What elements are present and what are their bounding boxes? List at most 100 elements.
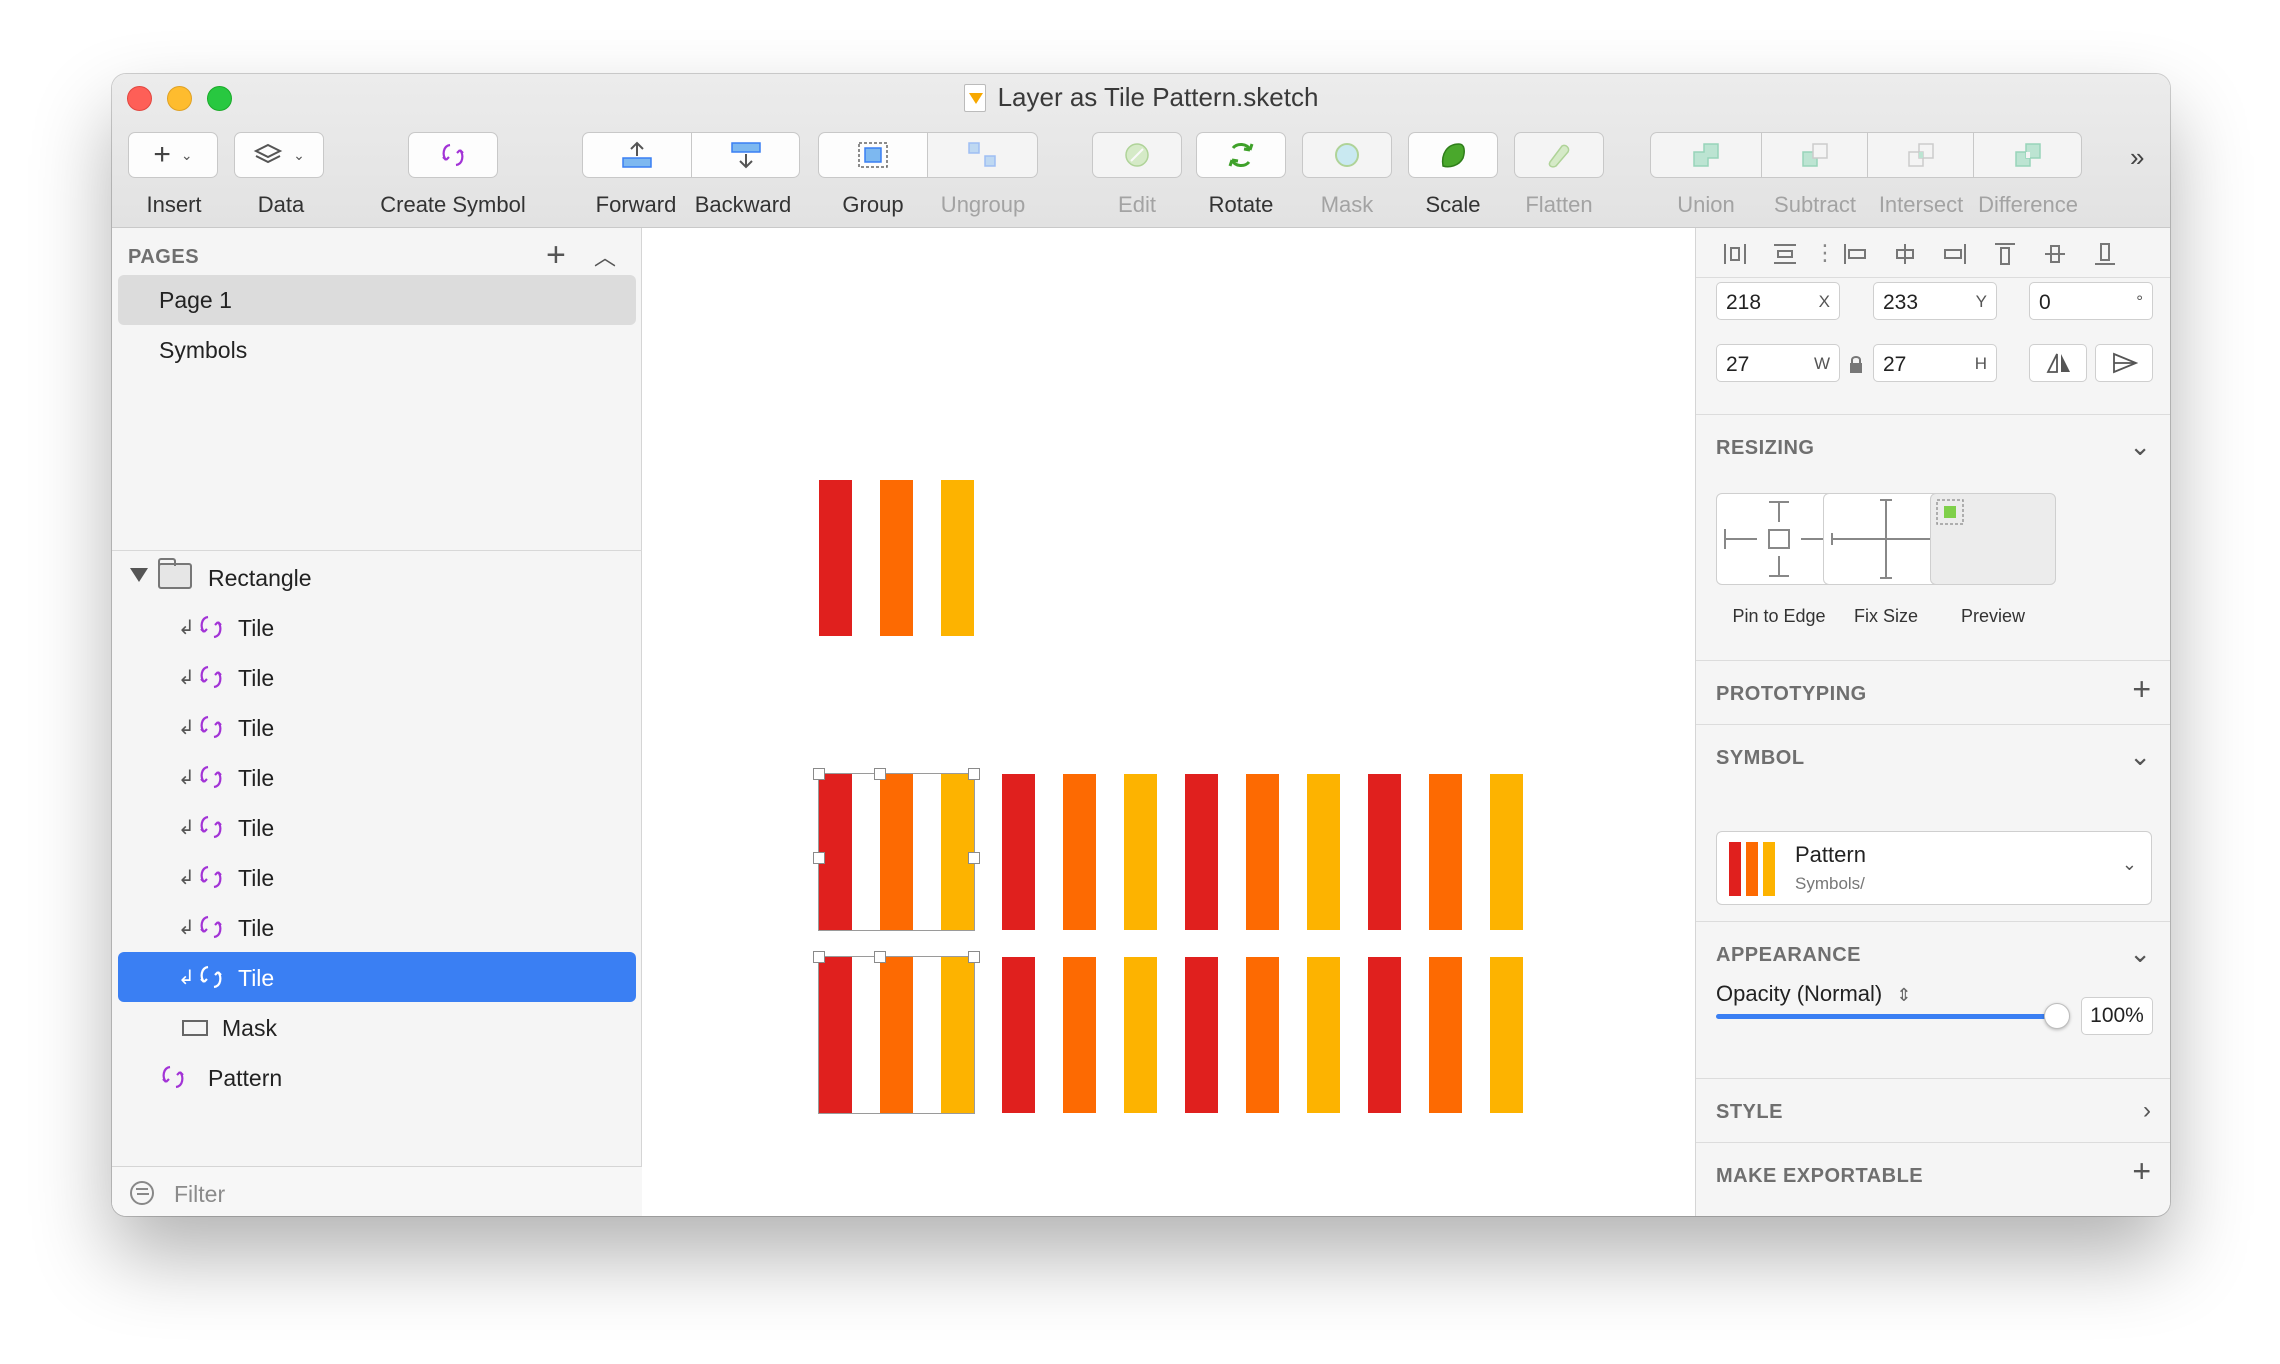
pattern-tile[interactable]: [1307, 957, 1340, 1113]
create-symbol-button[interactable]: [408, 132, 498, 178]
chevron-down-icon[interactable]: ⌄: [2129, 938, 2151, 969]
forward-button[interactable]: [582, 132, 692, 178]
height-field[interactable]: 27 H: [1873, 344, 1997, 382]
pattern-tile[interactable]: [1063, 774, 1096, 930]
resize-handle[interactable]: [813, 768, 825, 780]
layer-tile[interactable]: ↲ Tile: [118, 702, 636, 752]
data-button[interactable]: ⌄: [234, 132, 324, 178]
layer-tile[interactable]: ↲ Tile: [118, 602, 636, 652]
opacity-slider-knob[interactable]: [2044, 1003, 2070, 1029]
intersect-button[interactable]: [1868, 132, 1974, 178]
pattern-tile[interactable]: [1002, 957, 1035, 1113]
pattern-tile[interactable]: [1246, 774, 1279, 930]
layer-tile[interactable]: ↲ Tile: [118, 652, 636, 702]
y-field[interactable]: 233 Y: [1873, 282, 1997, 320]
more-options-icon[interactable]: ⋮: [1814, 240, 1836, 266]
chevron-up-icon[interactable]: ︿: [594, 240, 616, 272]
pattern-tile[interactable]: [1429, 774, 1462, 930]
resize-handle[interactable]: [874, 951, 886, 963]
page-item-symbols[interactable]: Symbols: [118, 325, 636, 375]
difference-button[interactable]: [1974, 132, 2082, 178]
edit-button[interactable]: [1092, 132, 1182, 178]
flatten-button[interactable]: [1514, 132, 1604, 178]
backward-button[interactable]: [692, 132, 800, 178]
resize-handle[interactable]: [968, 768, 980, 780]
width-field[interactable]: 27 W: [1716, 344, 1840, 382]
layer-tile[interactable]: ↲ Tile: [118, 952, 636, 1002]
resize-handle[interactable]: [968, 852, 980, 864]
align-center-horizontal-icon[interactable]: [1892, 242, 1918, 266]
pattern-tile[interactable]: [1368, 774, 1401, 930]
prototyping-section-header[interactable]: PROTOTYPING +: [1696, 660, 2170, 724]
pattern-tile[interactable]: [1063, 957, 1096, 1113]
scale-button[interactable]: [1408, 132, 1498, 178]
lock-icon[interactable]: [1848, 354, 1864, 374]
symbol-picker[interactable]: Pattern Symbols/ ⌄: [1716, 831, 2152, 905]
align-middle-vertical-icon[interactable]: [2042, 242, 2068, 266]
symbol-section-header[interactable]: SYMBOL ⌄: [1696, 724, 2170, 788]
subtract-button[interactable]: [1762, 132, 1868, 178]
canvas[interactable]: [643, 228, 1694, 1216]
page-item-page-1[interactable]: Page 1: [118, 275, 636, 325]
masked-arrow-icon: ↲: [178, 817, 195, 839]
make-exportable-section-header[interactable]: MAKE EXPORTABLE +: [1696, 1142, 2170, 1206]
pattern-tile[interactable]: [1002, 774, 1035, 930]
layer-tile[interactable]: ↲ Tile: [118, 752, 636, 802]
filter-input[interactable]: Filter: [174, 1181, 225, 1208]
pattern-tile[interactable]: [1124, 774, 1157, 930]
style-section-header[interactable]: STYLE ›: [1696, 1078, 2170, 1142]
chevron-right-icon[interactable]: ›: [2143, 1097, 2151, 1125]
rotate-button[interactable]: [1196, 132, 1286, 178]
pattern-tile[interactable]: [1246, 957, 1279, 1113]
layer-tile[interactable]: ↲ Tile: [118, 802, 636, 852]
flip-vertical-button[interactable]: [2095, 344, 2153, 382]
appearance-section-header[interactable]: APPEARANCE ⌄: [1696, 921, 2170, 985]
align-right-icon[interactable]: [1942, 242, 1968, 266]
pattern-tile[interactable]: [1185, 957, 1218, 1113]
union-button[interactable]: [1650, 132, 1762, 178]
distribute-horizontal-icon[interactable]: [1722, 242, 1748, 266]
opacity-slider[interactable]: [1716, 1014, 2056, 1019]
layer-tile[interactable]: ↲ Tile: [118, 852, 636, 902]
resize-handle[interactable]: [813, 852, 825, 864]
x-field[interactable]: 218 X: [1716, 282, 1840, 320]
ungroup-button[interactable]: [928, 132, 1038, 178]
add-prototyping-icon[interactable]: +: [2132, 671, 2151, 708]
flip-horizontal-button[interactable]: [2029, 344, 2087, 382]
pattern-tile[interactable]: [819, 480, 852, 636]
pattern-tile[interactable]: [1368, 957, 1401, 1113]
pattern-tile[interactable]: [1307, 774, 1340, 930]
add-page-icon[interactable]: +: [546, 236, 566, 275]
pattern-tile[interactable]: [1124, 957, 1157, 1113]
pattern-tile[interactable]: [1429, 957, 1462, 1113]
resize-handle[interactable]: [874, 768, 886, 780]
disclosure-triangle-icon[interactable]: [130, 568, 148, 582]
align-left-icon[interactable]: [1842, 242, 1868, 266]
pattern-tile[interactable]: [880, 480, 913, 636]
pattern-tile[interactable]: [941, 480, 974, 636]
opacity-blend-select[interactable]: Opacity (Normal) ⇕: [1716, 981, 1911, 1007]
chevron-down-icon[interactable]: ⌄: [2129, 741, 2151, 772]
pattern-tile[interactable]: [1490, 957, 1523, 1113]
add-export-icon[interactable]: +: [2132, 1153, 2151, 1190]
resize-handle[interactable]: [968, 951, 980, 963]
layer-mask[interactable]: Mask: [118, 1002, 636, 1052]
rotation-field[interactable]: 0 °: [2029, 282, 2153, 320]
layer-pattern[interactable]: Pattern: [118, 1052, 636, 1102]
mask-button[interactable]: [1302, 132, 1392, 178]
align-bottom-icon[interactable]: [2092, 242, 2118, 266]
group-button[interactable]: [818, 132, 928, 178]
resizing-section-header[interactable]: RESIZING ⌄: [1696, 414, 2170, 478]
opacity-field[interactable]: 100%: [2081, 997, 2153, 1035]
layer-tile[interactable]: ↲ Tile: [118, 902, 636, 952]
distribute-vertical-icon[interactable]: [1772, 242, 1798, 266]
align-top-icon[interactable]: [1992, 242, 2018, 266]
pattern-tile[interactable]: [1490, 774, 1523, 930]
resize-handle[interactable]: [813, 951, 825, 963]
filter-icon[interactable]: [130, 1181, 154, 1205]
chevron-down-icon[interactable]: ⌄: [2129, 431, 2151, 462]
toolbar-overflow-icon[interactable]: »: [2130, 142, 2144, 173]
pattern-tile[interactable]: [1185, 774, 1218, 930]
layer-group-rectangle[interactable]: Rectangle: [118, 552, 636, 602]
insert-button[interactable]: + ⌄: [128, 132, 218, 178]
